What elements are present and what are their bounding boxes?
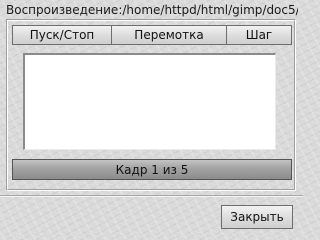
close-button[interactable]: Закрыть (221, 205, 293, 229)
play-stop-button[interactable]: Пуск/Стоп (12, 25, 112, 45)
step-button[interactable]: Шаг (226, 25, 292, 45)
animation-preview (23, 53, 276, 150)
playback-toolbar: Пуск/Стоп Перемотка Шаг (12, 25, 292, 45)
window-title: Воспроизведение:/home/httpd/html/gimp/do… (6, 3, 298, 17)
frame-progress-label: Кадр 1 из 5 (115, 162, 189, 177)
frame-progress-bar: Кадр 1 из 5 (12, 159, 292, 180)
rewind-button[interactable]: Перемотка (111, 25, 227, 45)
footer-separator (0, 195, 303, 197)
